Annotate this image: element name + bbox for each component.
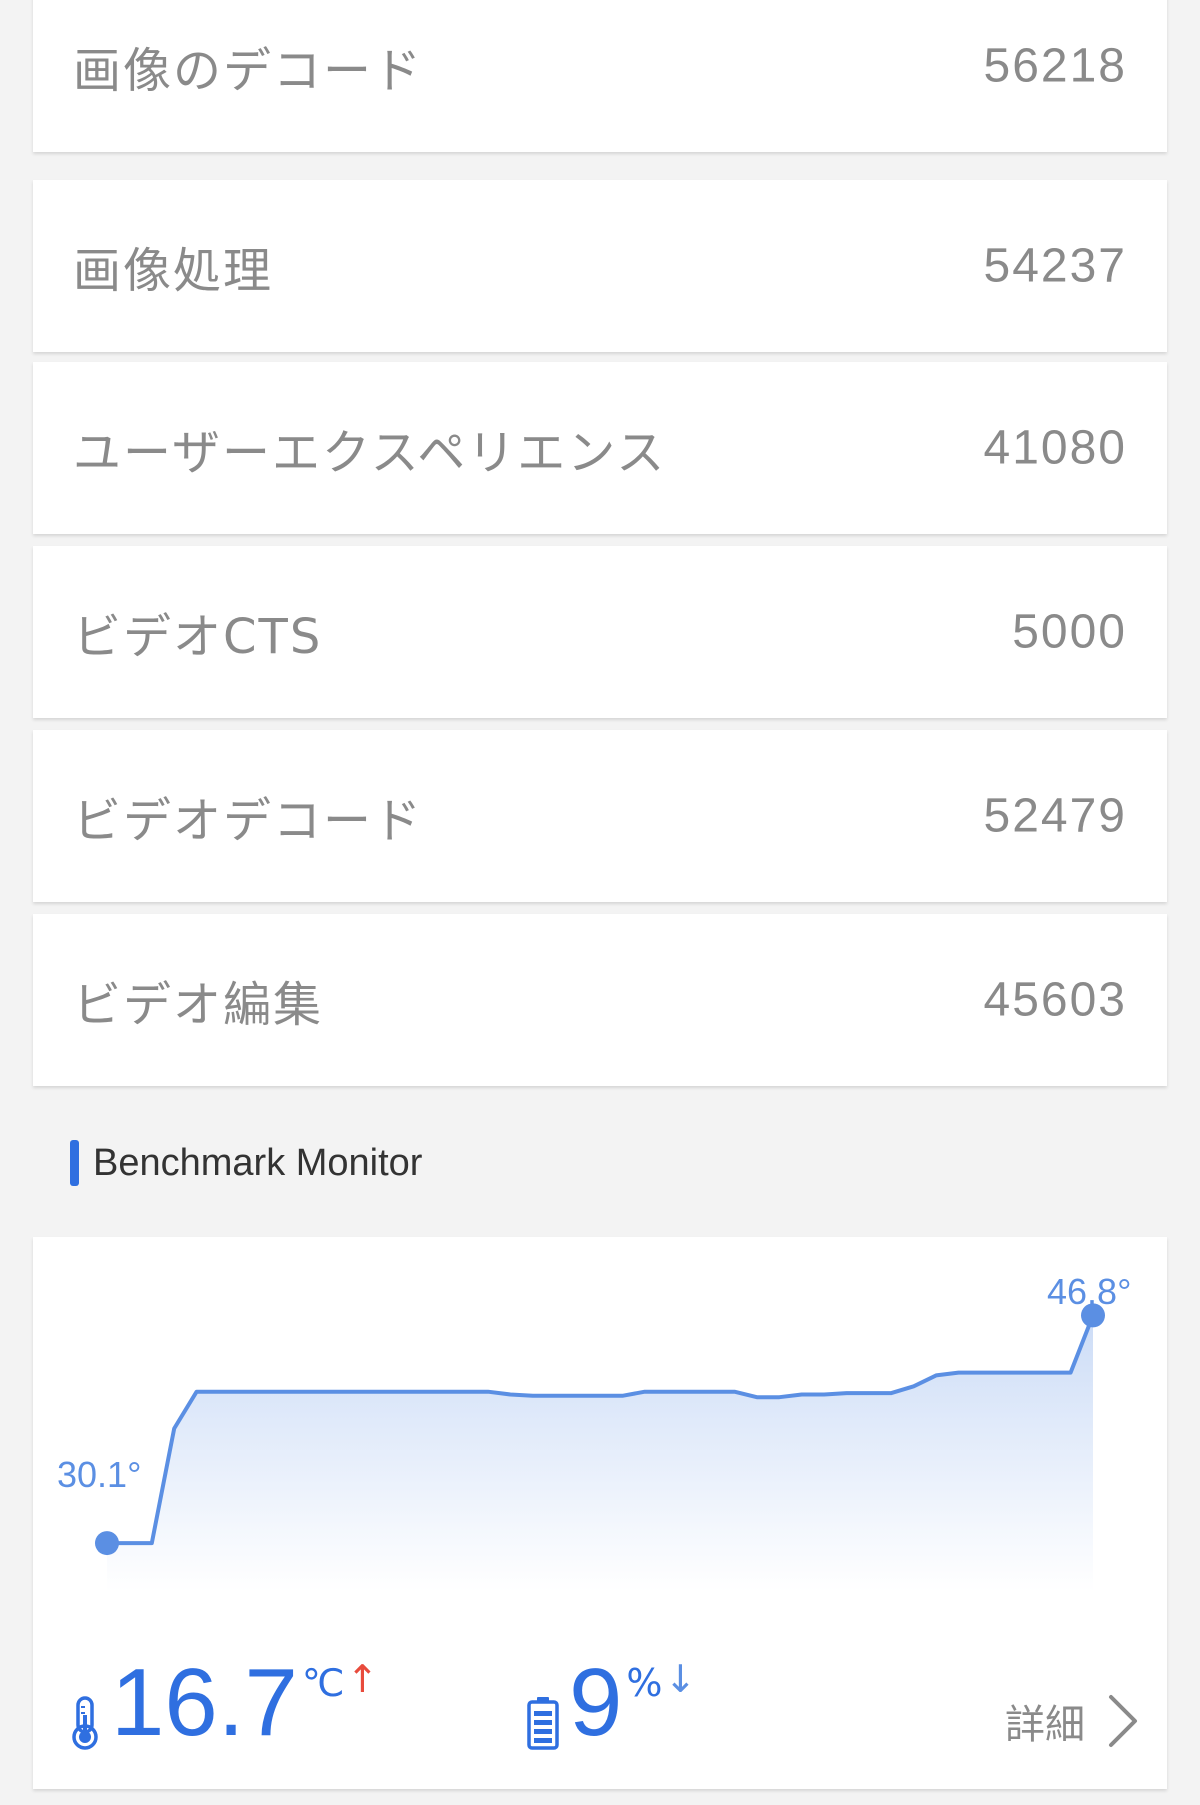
score-label: ユーザーエクスペリエンス [73, 425, 667, 481]
score-row-user-experience[interactable]: ユーザーエクスペリエンス 41080 [33, 362, 1167, 534]
section-title: Benchmark Monitor [93, 1141, 423, 1184]
temperature-value: 16.7 [111, 1649, 298, 1756]
chart-start-point [95, 1531, 119, 1556]
details-button[interactable]: 詳細 [1005, 1691, 1139, 1751]
temperature-unit: ℃ [301, 1661, 345, 1705]
score-label: ビデオCTS [73, 609, 323, 665]
battery-stat: 9 % ↓ [523, 1651, 696, 1755]
score-value: 45603 [983, 973, 1127, 1027]
thermometer-icon [72, 1696, 98, 1750]
score-value: 52479 [983, 789, 1127, 843]
score-value: 56218 [983, 39, 1127, 93]
score-label: ビデオデコード [73, 793, 424, 849]
benchmark-monitor-card[interactable]: 30.1° 46.8° 16.7 ℃ ↑ 9 % ↓ 詳細 [33, 1237, 1167, 1789]
score-row-image-processing[interactable]: 画像処理 54237 [33, 180, 1167, 352]
score-label: 画像処理 [73, 243, 274, 299]
battery-value: 9 [569, 1649, 623, 1756]
temperature-chart: 30.1° 46.8° [57, 1271, 1131, 1592]
chart-plot-area [95, 1303, 1105, 1592]
score-value: 5000 [1012, 605, 1127, 659]
score-row-image-decode[interactable]: 画像のデコード 56218 [33, 0, 1167, 152]
benchmark-monitor-header: Benchmark Monitor [70, 1140, 422, 1186]
temperature-up-arrow-icon: ↑ [346, 1657, 379, 1701]
chart-area-fill [107, 1315, 1093, 1592]
score-value: 41080 [983, 421, 1127, 475]
score-row-video-cts[interactable]: ビデオCTS 5000 [33, 546, 1167, 718]
score-label: ビデオ編集 [73, 977, 324, 1033]
score-value: 54237 [983, 239, 1127, 293]
chevron-right-icon [1109, 1695, 1137, 1747]
temperature-stat: 16.7 ℃ ↑ [65, 1651, 378, 1755]
battery-unit: % [626, 1661, 663, 1705]
section-accent-bar [70, 1140, 79, 1186]
score-row-video-editing[interactable]: ビデオ編集 45603 [33, 914, 1167, 1086]
end-temperature-label: 46.8° [1047, 1271, 1131, 1312]
battery-down-arrow-icon: ↓ [664, 1657, 697, 1701]
score-row-video-decode[interactable]: ビデオデコード 52479 [33, 730, 1167, 902]
battery-icon [527, 1697, 559, 1750]
benchmark-results-page: 画像のデコード 56218 画像処理 54237 ユーザーエクスペリエンス 41… [0, 0, 1200, 1805]
start-temperature-label: 30.1° [57, 1454, 141, 1495]
details-label: 詳細 [1005, 1702, 1085, 1748]
score-label: 画像のデコード [73, 43, 424, 99]
stats-row: 16.7 ℃ ↑ 9 % ↓ 詳細 [33, 1651, 1167, 1771]
